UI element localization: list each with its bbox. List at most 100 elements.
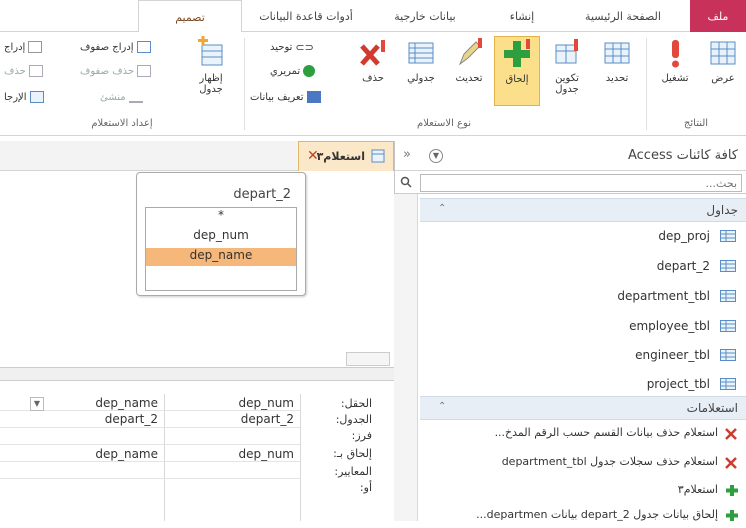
- query-type-group-label: نوع الاستعلام: [417, 118, 471, 129]
- builder-label: منشئ: [100, 91, 126, 103]
- query-document-tab[interactable]: استعلام٣ ✕: [298, 141, 394, 171]
- field-list-depart-2[interactable]: depart_2 * dep_num dep_name: [136, 172, 306, 296]
- update-pencil-icon: [458, 38, 482, 66]
- nav-pane-title[interactable]: كافة كائنات Access: [628, 148, 738, 163]
- crosstab-icon: [408, 42, 434, 64]
- queries-group-label: استعلامات: [686, 401, 738, 415]
- table-name: project_tbl: [646, 377, 710, 391]
- nav-query-append-depart-2[interactable]: إلحاق بيانات جدول depart_2 بيانات depart…: [420, 502, 746, 528]
- grid-cell-append-to[interactable]: dep_num: [166, 447, 298, 463]
- tab-external-data[interactable]: بيانات خارجية: [370, 0, 480, 32]
- nav-table-project-tbl[interactable]: project_tbl: [420, 371, 746, 397]
- field-all[interactable]: *: [146, 208, 296, 226]
- nav-table-dep-proj[interactable]: dep_proj: [420, 223, 746, 249]
- nav-pane-header: » ▼ كافة كائنات Access: [395, 141, 746, 171]
- append-plus-icon: [504, 39, 530, 67]
- table-name: depart_2: [656, 259, 710, 273]
- union-button[interactable]: ⊂⊃ توحيد: [270, 38, 314, 56]
- select-label: تحديد: [605, 73, 629, 84]
- row-label-or: أو:: [359, 481, 372, 494]
- group-separator: [646, 38, 647, 130]
- table-name: employee_tbl: [629, 319, 710, 333]
- tab-design[interactable]: تصميم: [138, 0, 242, 33]
- grid-column-line: [164, 394, 165, 521]
- insert-columns-button[interactable]: إدراج: [4, 38, 43, 56]
- search-input[interactable]: [420, 174, 742, 192]
- append-label: إلحاق: [505, 74, 529, 85]
- nav-table-employee-tbl[interactable]: employee_tbl: [420, 313, 746, 339]
- ribbon-tab-bar: ملف الصفحة الرئيسية إنشاء بيانات خارجية …: [0, 0, 746, 33]
- make-table-button[interactable]: تكوين جدول: [544, 36, 590, 106]
- tab-home[interactable]: الصفحة الرئيسية: [560, 0, 686, 32]
- run-button[interactable]: تشغيل: [652, 36, 698, 106]
- table-icon: [720, 230, 736, 242]
- nav-query-3[interactable]: استعلام٣: [420, 477, 746, 503]
- passthrough-button[interactable]: تمريري: [270, 62, 316, 80]
- union-icon: ⊂⊃: [295, 40, 314, 54]
- nav-query-delete-department[interactable]: استعلام حذف سجلات جدول department_tbl: [420, 449, 746, 475]
- insert-rows-button[interactable]: إدراج صفوف: [80, 38, 151, 56]
- view-label: عرض: [711, 73, 735, 84]
- delete-query-button[interactable]: حذف: [350, 36, 396, 106]
- horizontal-scrollbar[interactable]: [346, 352, 390, 366]
- tab-create[interactable]: إنشاء: [484, 0, 560, 32]
- update-query-button[interactable]: تحديث: [446, 36, 492, 106]
- delete-columns-button[interactable]: حذف: [4, 62, 43, 80]
- table-name: dep_proj: [658, 229, 710, 243]
- return-button[interactable]: الإرجا: [4, 88, 44, 106]
- nav-table-engineer-tbl[interactable]: engineer_tbl: [420, 342, 746, 368]
- tables-group-label: جداول: [706, 203, 738, 217]
- crosstab-query-button[interactable]: جدولي: [398, 36, 444, 106]
- show-table-button[interactable]: إظهار جدول: [188, 36, 234, 106]
- data-definition-button[interactable]: تعريف بيانات: [250, 88, 321, 106]
- delete-query-icon: [725, 428, 737, 440]
- nav-table-depart-2[interactable]: depart_2: [420, 253, 746, 279]
- append-query-button[interactable]: إلحاق: [494, 36, 540, 106]
- data-definition-label: تعريف بيانات: [250, 91, 304, 103]
- passthrough-label: تمريري: [270, 65, 301, 77]
- tables-group-header[interactable]: ⌃ جداول: [420, 198, 746, 222]
- row-label-table: الجدول:: [335, 413, 372, 426]
- table-icon: [720, 378, 736, 390]
- query-name: إلحاق بيانات جدول depart_2 بيانات depart…: [476, 508, 718, 521]
- insert-rows-icon: [136, 41, 151, 53]
- grid-row-line: [0, 478, 300, 479]
- ribbon: عرض تشغيل تحديد تكوين جدول إلحاق تحديث ج…: [0, 32, 746, 136]
- grid-cell-table[interactable]: depart_2: [48, 412, 162, 428]
- append-query-icon: [726, 510, 738, 521]
- grid-cell-field[interactable]: dep_name: [48, 396, 162, 412]
- grid-cell-field[interactable]: dep_num: [166, 396, 298, 412]
- run-exclamation-icon: [672, 40, 679, 68]
- queries-group-header[interactable]: ⌃ استعلامات: [420, 396, 746, 420]
- select-query-button[interactable]: تحديد: [594, 36, 640, 106]
- append-query-icon: [726, 485, 738, 496]
- row-label-field: الحقل:: [340, 397, 372, 410]
- pane-splitter[interactable]: [0, 367, 394, 381]
- grid-cell-table[interactable]: depart_2: [166, 412, 298, 428]
- show-table-icon: [198, 36, 223, 66]
- builder-button[interactable]: منشئ: [100, 88, 143, 106]
- datasheet-view-icon: [710, 41, 736, 65]
- delete-rows-button[interactable]: حذف صفوف: [80, 62, 152, 80]
- field-dep-name[interactable]: dep_name: [146, 248, 296, 266]
- nav-table-department-tbl[interactable]: department_tbl: [420, 283, 746, 309]
- chevron-down-icon[interactable]: ▼: [30, 397, 44, 411]
- shutter-bar-icon[interactable]: »: [403, 147, 411, 162]
- return-icon: [29, 91, 44, 103]
- view-button[interactable]: عرض: [700, 36, 746, 106]
- field-list-body: * dep_num dep_name: [145, 207, 297, 291]
- select-table-icon: [604, 42, 630, 64]
- search-icon[interactable]: [400, 176, 412, 188]
- chevron-down-icon[interactable]: ▼: [429, 149, 443, 163]
- field-dep-num[interactable]: dep_num: [146, 228, 296, 246]
- crosstab-label: جدولي: [407, 73, 435, 84]
- nav-search-bar: [394, 172, 746, 194]
- tab-database-tools[interactable]: أدوات قاعدة البيانات: [244, 0, 368, 32]
- nav-query-delete-by-number[interactable]: استعلام حذف بيانات القسم حسب الرقم المدخ…: [420, 420, 746, 446]
- delete-label: حذف: [362, 73, 384, 84]
- nav-scrollbar[interactable]: [394, 194, 418, 521]
- query-name: استعلام٣: [677, 483, 718, 496]
- grid-cell-append-to[interactable]: dep_name: [48, 447, 162, 463]
- tab-file[interactable]: ملف: [690, 0, 746, 32]
- close-tab-icon[interactable]: ✕: [307, 148, 319, 164]
